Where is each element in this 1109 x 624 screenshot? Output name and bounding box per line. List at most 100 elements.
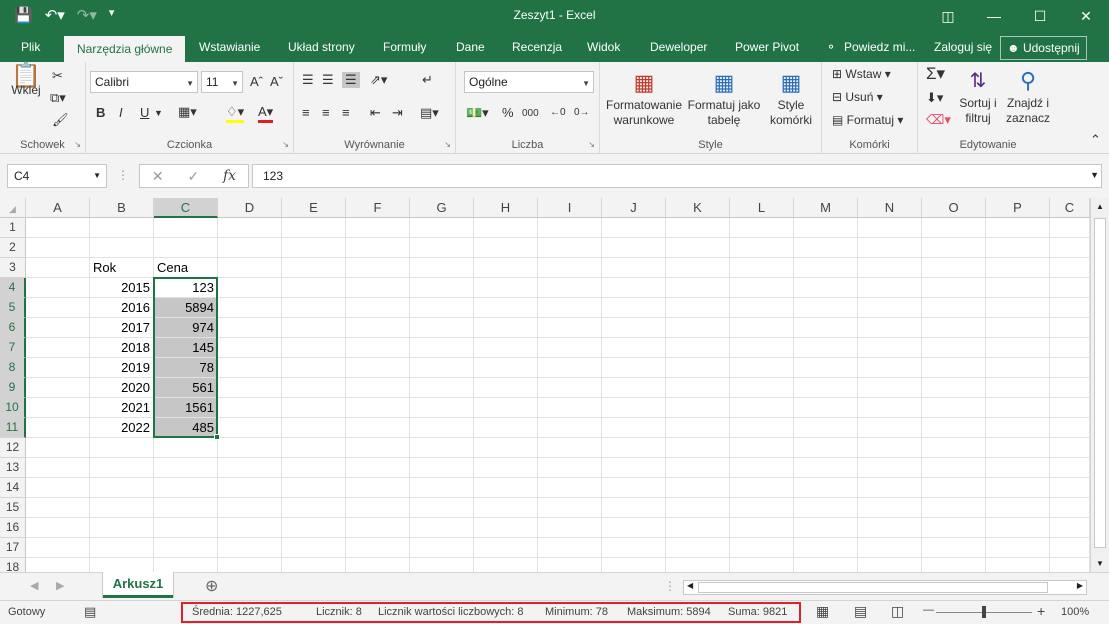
cell[interactable] [538, 238, 602, 258]
cell[interactable] [282, 318, 346, 338]
cell[interactable] [26, 458, 90, 478]
row-header[interactable]: 12 [0, 438, 26, 458]
select-all-corner[interactable]: ◢ [0, 198, 26, 218]
column-header[interactable]: G [410, 198, 474, 218]
cell[interactable] [922, 398, 986, 418]
cell[interactable] [986, 298, 1050, 318]
horizontal-scrollbar[interactable]: ◀ ▶ [683, 580, 1087, 595]
cell[interactable] [410, 398, 474, 418]
worksheet-grid[interactable]: ◢ A B C D E F G H I J K L M N O P C 1 2 3 Rok Cena 4 2015 123 5 201… [0, 198, 1090, 572]
name-box[interactable]: C4 ▼ [7, 164, 107, 188]
cell[interactable] [922, 278, 986, 298]
row-header[interactable]: 4 [0, 278, 26, 298]
cell[interactable] [26, 538, 90, 558]
cell[interactable] [602, 298, 666, 318]
cell[interactable] [26, 218, 90, 238]
sign-in-link[interactable]: Zaloguj się [934, 32, 992, 62]
cell[interactable] [794, 538, 858, 558]
align-top-icon[interactable]: ☰ [302, 72, 314, 88]
orientation-icon[interactable]: ⇗▾ [370, 72, 387, 88]
cell[interactable] [858, 278, 922, 298]
fill-icon[interactable]: ⬇▾ [926, 90, 943, 106]
cell[interactable] [986, 458, 1050, 478]
align-right-icon[interactable]: ≡ [342, 105, 350, 121]
row-header[interactable]: 17 [0, 538, 26, 558]
cell[interactable] [346, 278, 410, 298]
cell[interactable] [602, 498, 666, 518]
cell[interactable] [858, 418, 922, 438]
cell[interactable] [538, 418, 602, 438]
copy-icon[interactable]: ⧉▾ [50, 90, 66, 106]
enter-icon[interactable]: ✓ [187, 168, 199, 185]
cell[interactable] [730, 498, 794, 518]
cell[interactable] [218, 458, 282, 478]
cell[interactable] [986, 338, 1050, 358]
thousands-separator-button[interactable]: 000 [522, 106, 539, 122]
cell[interactable] [730, 278, 794, 298]
cell[interactable] [346, 338, 410, 358]
dialog-launcher-icon[interactable]: ↘ [444, 140, 451, 149]
cell[interactable] [794, 438, 858, 458]
cell[interactable] [474, 438, 538, 458]
cell[interactable] [154, 518, 218, 538]
cell[interactable] [666, 558, 730, 572]
italic-button[interactable]: I [119, 105, 123, 121]
insert-cells-button[interactable]: ⊞ Wstaw ▾ [832, 67, 891, 82]
cell[interactable] [538, 538, 602, 558]
minimize-icon[interactable]: — [971, 0, 1017, 32]
align-middle-icon[interactable]: ☰ [322, 72, 334, 88]
row-header[interactable]: 18 [0, 558, 26, 572]
cell[interactable] [666, 418, 730, 438]
row-header[interactable]: 15 [0, 498, 26, 518]
cell[interactable] [730, 238, 794, 258]
cell[interactable] [474, 338, 538, 358]
cell[interactable] [26, 298, 90, 318]
cell[interactable] [90, 538, 154, 558]
cell[interactable] [1050, 238, 1090, 258]
cell[interactable] [346, 318, 410, 338]
cell[interactable] [218, 478, 282, 498]
cell-header-cena[interactable]: Cena [154, 258, 218, 278]
cell[interactable] [474, 458, 538, 478]
cell[interactable] [1050, 558, 1090, 572]
cell[interactable] [90, 558, 154, 572]
cell[interactable] [346, 258, 410, 278]
cell[interactable] [282, 518, 346, 538]
cell[interactable] [1050, 278, 1090, 298]
cell[interactable] [986, 538, 1050, 558]
cell[interactable] [90, 478, 154, 498]
cell[interactable] [666, 538, 730, 558]
row-header[interactable]: 1 [0, 218, 26, 238]
horizontal-scroll-thumb[interactable] [698, 582, 1048, 593]
cell[interactable] [730, 378, 794, 398]
cell[interactable] [858, 398, 922, 418]
cell[interactable] [922, 518, 986, 538]
cell[interactable] [538, 258, 602, 278]
cell[interactable] [794, 338, 858, 358]
page-break-view-icon[interactable]: ◫ [891, 603, 904, 620]
cell[interactable] [666, 398, 730, 418]
cell[interactable] [410, 238, 474, 258]
cell[interactable] [794, 358, 858, 378]
cell[interactable] [1050, 538, 1090, 558]
cell[interactable] [1050, 478, 1090, 498]
cell[interactable] [346, 218, 410, 238]
cell[interactable] [730, 298, 794, 318]
scroll-up-icon[interactable]: ▲ [1096, 202, 1104, 211]
cell[interactable] [666, 438, 730, 458]
row-header[interactable]: 10 [0, 398, 26, 418]
cell[interactable] [538, 358, 602, 378]
macro-recording-icon[interactable]: ▤ [84, 604, 96, 620]
page-layout-view-icon[interactable]: ▤ [854, 603, 867, 620]
cell[interactable] [858, 358, 922, 378]
cell[interactable] [410, 458, 474, 478]
cell[interactable] [346, 498, 410, 518]
cell[interactable] [26, 258, 90, 278]
cell[interactable] [538, 558, 602, 572]
cell[interactable] [730, 218, 794, 238]
cell[interactable] [538, 278, 602, 298]
dialog-launcher-icon[interactable]: ↘ [282, 140, 289, 149]
cell[interactable] [666, 238, 730, 258]
cell[interactable] [538, 378, 602, 398]
cell[interactable] [218, 518, 282, 538]
